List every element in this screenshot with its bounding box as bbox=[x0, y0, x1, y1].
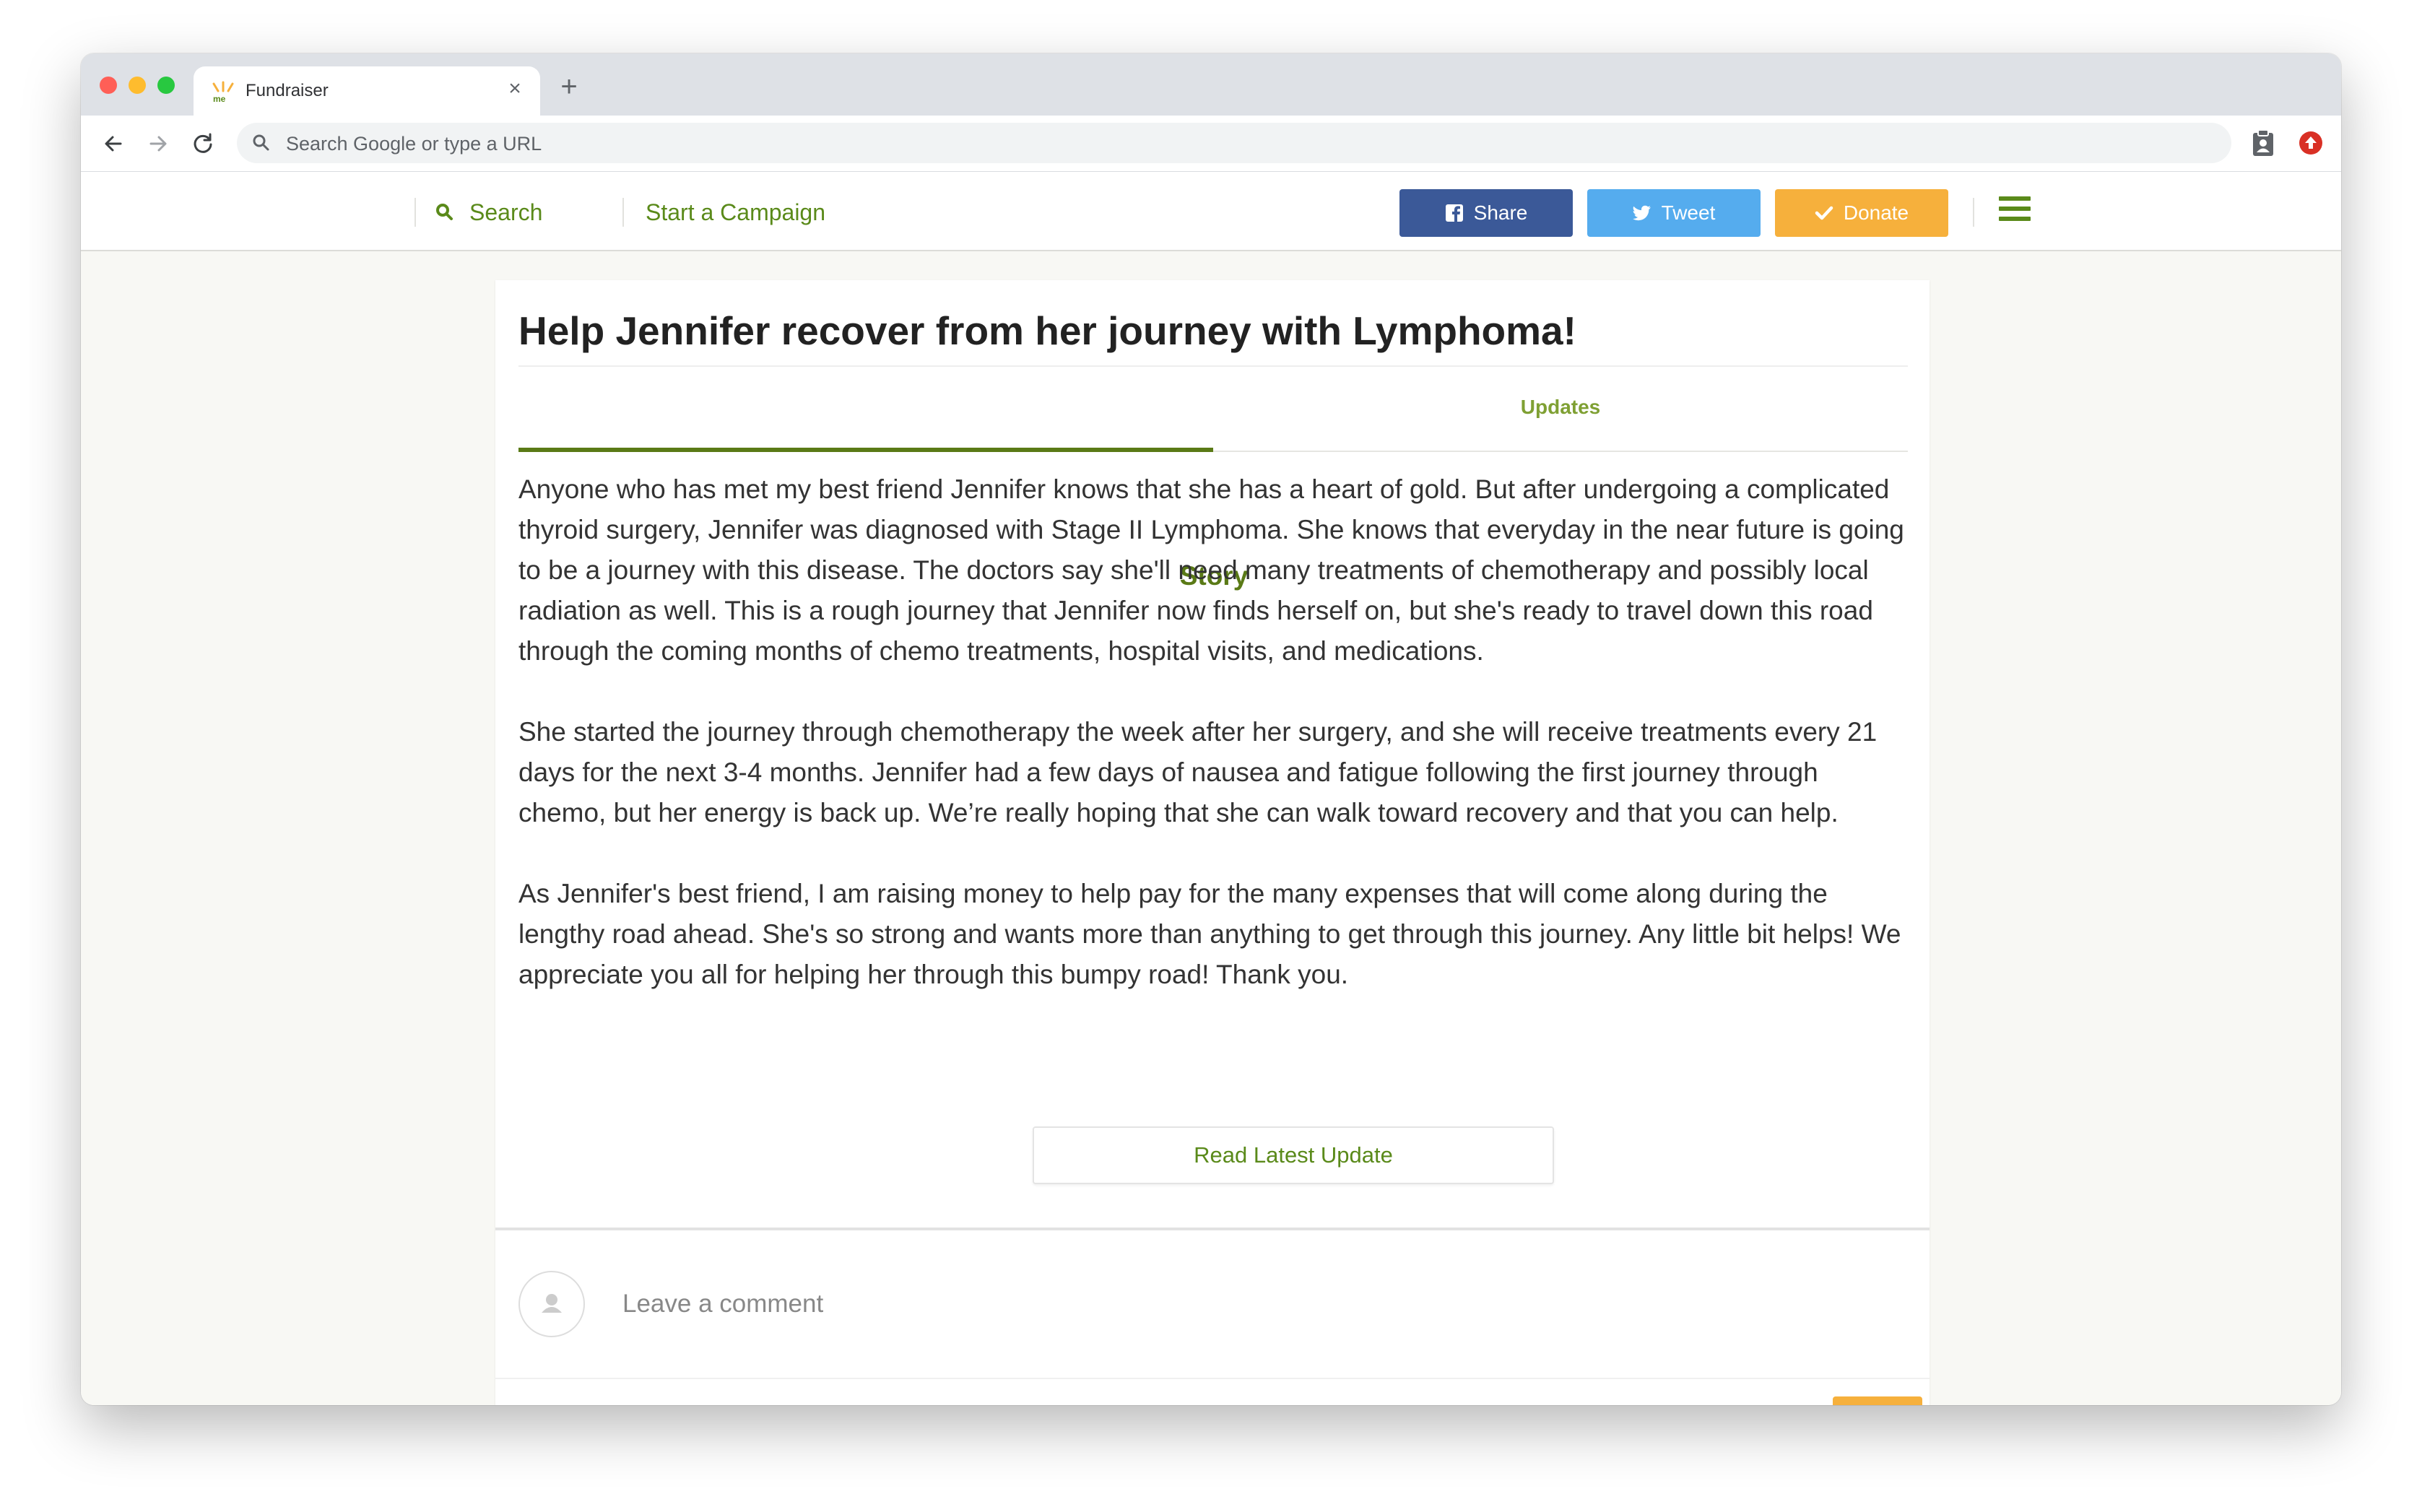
site-header: Search Start a Campaign Share Tweet Dona… bbox=[81, 172, 2341, 251]
tab-strip: me Fundraiser × + bbox=[81, 53, 2341, 116]
comment-input[interactable]: Leave a comment bbox=[622, 1290, 1489, 1318]
checkmark-icon bbox=[1815, 206, 1833, 220]
header-divider bbox=[414, 198, 416, 227]
campaign-title: Help Jennifer recover from her journey w… bbox=[518, 308, 1576, 353]
header-search-link[interactable]: Search bbox=[435, 196, 542, 228]
active-tab-indicator bbox=[518, 448, 1213, 452]
section-divider bbox=[495, 1228, 1930, 1230]
avatar bbox=[518, 1271, 585, 1337]
search-icon bbox=[253, 134, 269, 151]
new-tab-button[interactable]: + bbox=[555, 72, 583, 101]
web-page: Search Start a Campaign Share Tweet Dona… bbox=[81, 172, 2341, 1405]
header-search-label: Search bbox=[469, 199, 543, 225]
browser-window: me Fundraiser × + Search Google or type … bbox=[81, 53, 2341, 1405]
address-bar-placeholder: Search Google or type a URL bbox=[286, 133, 542, 155]
hamburger-menu-icon[interactable] bbox=[1999, 196, 2031, 225]
story-text: Anyone who has met my best friend Jennif… bbox=[518, 469, 1909, 1035]
campaign-card: Help Jennifer recover from her journey w… bbox=[495, 280, 1930, 1405]
share-label: Share bbox=[1473, 201, 1528, 224]
share-button[interactable]: Share bbox=[1399, 189, 1573, 237]
donate-badge bbox=[1833, 1396, 1922, 1405]
header-divider bbox=[1973, 198, 1974, 227]
tweet-label: Tweet bbox=[1661, 201, 1716, 224]
read-latest-update-button[interactable]: Read Latest Update bbox=[1033, 1126, 1554, 1184]
facebook-icon bbox=[1445, 204, 1463, 222]
tab-close-icon[interactable]: × bbox=[503, 77, 527, 101]
tweet-button[interactable]: Tweet bbox=[1587, 189, 1761, 237]
forward-arrow-icon[interactable] bbox=[142, 127, 175, 160]
reload-icon[interactable] bbox=[186, 127, 220, 160]
search-icon bbox=[436, 204, 453, 220]
minimize-window-button[interactable] bbox=[129, 77, 146, 94]
svg-text:me: me bbox=[213, 94, 226, 104]
header-divider bbox=[622, 198, 624, 227]
tab-updates[interactable]: Updates bbox=[1213, 396, 1908, 419]
comment-divider bbox=[495, 1378, 1930, 1379]
maximize-window-button[interactable] bbox=[157, 77, 175, 94]
user-silhouette-icon bbox=[542, 1294, 562, 1313]
address-bar[interactable]: Search Google or type a URL bbox=[237, 123, 2231, 163]
site-favicon-icon: me bbox=[212, 81, 234, 104]
story-paragraph: As Jennifer's best friend, I am raising … bbox=[518, 879, 1901, 989]
story-paragraph: Anyone who has met my best friend Jennif… bbox=[518, 474, 1904, 666]
twitter-bird-icon bbox=[1632, 205, 1651, 221]
campaign-tabs: Story Updates bbox=[518, 367, 1908, 591]
back-arrow-icon[interactable] bbox=[97, 127, 130, 160]
start-campaign-link[interactable]: Start a Campaign bbox=[646, 199, 825, 226]
donate-button[interactable]: Donate bbox=[1775, 189, 1948, 237]
browser-tab-fundraiser[interactable]: me Fundraiser × bbox=[194, 66, 540, 116]
clipboard-extension-icon[interactable] bbox=[2249, 129, 2278, 157]
upload-extension-icon[interactable] bbox=[2296, 129, 2325, 157]
close-window-button[interactable] bbox=[100, 77, 117, 94]
browser-toolbar: Search Google or type a URL bbox=[81, 116, 2341, 172]
donate-label: Donate bbox=[1843, 201, 1909, 224]
story-paragraph: She started the journey through chemothe… bbox=[518, 717, 1878, 827]
tab-title: Fundraiser bbox=[246, 81, 329, 100]
